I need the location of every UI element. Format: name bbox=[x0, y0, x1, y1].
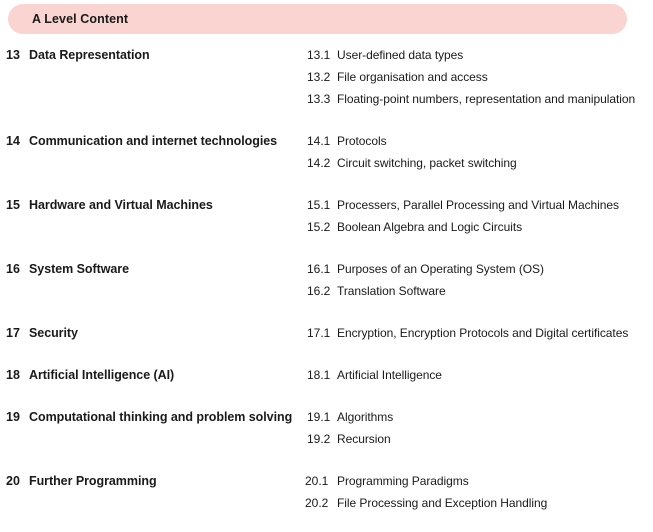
subtopic-number: 14.1 bbox=[307, 134, 331, 148]
subtopic-row: 14.1 Protocols bbox=[307, 130, 651, 152]
subtopic-number: 20.1 bbox=[305, 474, 329, 488]
subtopic-row: 13.3 Floating-point numbers, representati… bbox=[307, 88, 651, 110]
subtopic-row: 13.2 File organisation and access bbox=[307, 66, 651, 88]
subtopic-number: 13.2 bbox=[307, 70, 331, 84]
subtopic-label: Translation Software bbox=[337, 284, 446, 298]
subtopic-label: Artificial Intelligence bbox=[337, 368, 442, 382]
subtopic-row: 13.1 User-defined data types bbox=[307, 44, 651, 66]
unit-number: 17 bbox=[6, 326, 20, 340]
unit-heading: 13 Data Representation bbox=[0, 44, 307, 66]
unit-heading: 20 Further Programming bbox=[0, 470, 307, 492]
unit-heading: 17 Security bbox=[0, 322, 307, 344]
subtopic-row: 20.1 Programming Paradigms bbox=[305, 470, 651, 492]
unit-number: 16 bbox=[6, 262, 20, 276]
unit-title: Hardware and Virtual Machines bbox=[29, 198, 213, 212]
syllabus-contents-list: 13 Data Representation 13.1 User-defined da… bbox=[0, 44, 653, 514]
unit-number: 15 bbox=[6, 198, 20, 212]
subtopic-row: 19.1 Algorithms bbox=[307, 406, 651, 428]
a-level-content-banner: A Level Content bbox=[8, 4, 627, 34]
subtopic-list: 17.1 Encryption, Encryption Protocols and… bbox=[307, 322, 653, 344]
subtopic-label: User-defined data types bbox=[337, 48, 464, 62]
subtopic-number: 15.1 bbox=[307, 198, 331, 212]
subtopic-label: Encryption, Encryption Protocols and Dig… bbox=[337, 326, 629, 340]
subtopic-list: 13.1 User-defined data types 13.2 File orga… bbox=[307, 44, 653, 110]
subtopic-number: 16.2 bbox=[307, 284, 331, 298]
subtopic-label: Purposes of an Operating System (OS) bbox=[337, 262, 544, 276]
unit-heading: 18 Artificial Intelligence (AI) bbox=[0, 364, 307, 386]
unit-heading: 16 System Software bbox=[0, 258, 307, 280]
subtopic-label: Circuit switching, packet switching bbox=[337, 156, 517, 170]
unit-number: 20 bbox=[6, 474, 20, 488]
subtopic-label: File organisation and access bbox=[337, 70, 488, 84]
subtopic-row: 15.2 Boolean Algebra and Logic Circuits bbox=[307, 216, 651, 238]
unit-number: 19 bbox=[6, 410, 20, 424]
subtopic-label: Processers, Parallel Processing and Virt… bbox=[337, 198, 619, 212]
banner-title: A Level Content bbox=[32, 12, 129, 26]
unit-heading: 15 Hardware and Virtual Machines bbox=[0, 194, 307, 216]
subtopic-label: Recursion bbox=[337, 432, 391, 446]
subtopic-number: 15.2 bbox=[307, 220, 331, 234]
unit-number: 14 bbox=[6, 134, 20, 148]
subtopic-list: 16.1 Purposes of an Operating System (OS)… bbox=[307, 258, 653, 302]
subtopic-row: 14.2 Circuit switching, packet switching bbox=[307, 152, 651, 174]
unit-number: 13 bbox=[6, 48, 20, 62]
unit-row: 15 Hardware and Virtual Machines 15.1 Proce… bbox=[0, 194, 653, 238]
subtopic-number: 18.1 bbox=[307, 368, 331, 382]
subtopic-number: 14.2 bbox=[307, 156, 331, 170]
subtopic-label: Protocols bbox=[337, 134, 387, 148]
subtopic-number: 13.3 bbox=[307, 92, 331, 106]
subtopic-number: 17.1 bbox=[307, 326, 331, 340]
subtopic-label: Programming Paradigms bbox=[337, 474, 469, 488]
unit-row: 20 Further Programming 20.1 Programming Par… bbox=[0, 470, 653, 514]
subtopic-label: Boolean Algebra and Logic Circuits bbox=[337, 220, 523, 234]
subtopic-number: 20.2 bbox=[305, 496, 329, 510]
subtopic-row: 20.2 File Processing and Exception Handli… bbox=[305, 492, 651, 514]
unit-title: Computational thinking and problem solvi… bbox=[29, 410, 293, 424]
subtopic-list: 15.1 Processers, Parallel Processing and … bbox=[307, 194, 653, 238]
unit-heading: 19 Computational thinking and problem sol… bbox=[0, 406, 307, 428]
unit-title: Security bbox=[29, 326, 78, 340]
subtopic-row: 17.1 Encryption, Encryption Protocols and… bbox=[307, 322, 651, 344]
subtopic-number: 13.1 bbox=[307, 48, 331, 62]
subtopic-list: 19.1 Algorithms 19.2 Recursion bbox=[307, 406, 653, 450]
subtopic-number: 16.1 bbox=[307, 262, 331, 276]
unit-heading: 14 Communication and internet technologie… bbox=[0, 130, 307, 152]
unit-row: 13 Data Representation 13.1 User-defined da… bbox=[0, 44, 653, 110]
subtopic-label: File Processing and Exception Handling bbox=[337, 496, 548, 510]
unit-row: 19 Computational thinking and problem sol… bbox=[0, 406, 653, 450]
subtopic-number: 19.1 bbox=[307, 410, 331, 424]
unit-row: 17 Security 17.1 Encryption, Encryption Pro… bbox=[0, 322, 653, 344]
unit-row: 16 System Software 16.1 Purposes of an Oper… bbox=[0, 258, 653, 302]
subtopic-row: 18.1 Artificial Intelligence bbox=[307, 364, 651, 386]
subtopic-row: 16.1 Purposes of an Operating System (OS) bbox=[307, 258, 651, 280]
unit-row: 14 Communication and internet technologie… bbox=[0, 130, 653, 174]
unit-title: Artificial Intelligence (AI) bbox=[29, 368, 175, 382]
subtopic-label: Floating-point numbers, representation a… bbox=[337, 92, 636, 106]
unit-title: Communication and internet technologies bbox=[29, 134, 278, 148]
subtopic-label: Algorithms bbox=[337, 410, 394, 424]
subtopic-number: 19.2 bbox=[307, 432, 331, 446]
unit-title: System Software bbox=[29, 262, 129, 276]
subtopic-row: 16.2 Translation Software bbox=[307, 280, 651, 302]
subtopic-list: 14.1 Protocols 14.2 Circuit switching, pack… bbox=[307, 130, 653, 174]
subtopic-row: 15.1 Processers, Parallel Processing and … bbox=[307, 194, 651, 216]
unit-title: Further Programming bbox=[29, 474, 157, 488]
unit-row: 18 Artificial Intelligence (AI) 18.1 Artifi… bbox=[0, 364, 653, 386]
unit-title: Data Representation bbox=[29, 48, 150, 62]
subtopic-list: 20.1 Programming Paradigms 20.2 File Proces… bbox=[305, 470, 653, 514]
subtopic-list: 18.1 Artificial Intelligence bbox=[307, 364, 653, 386]
subtopic-row: 19.2 Recursion bbox=[307, 428, 651, 450]
unit-number: 18 bbox=[6, 368, 20, 382]
